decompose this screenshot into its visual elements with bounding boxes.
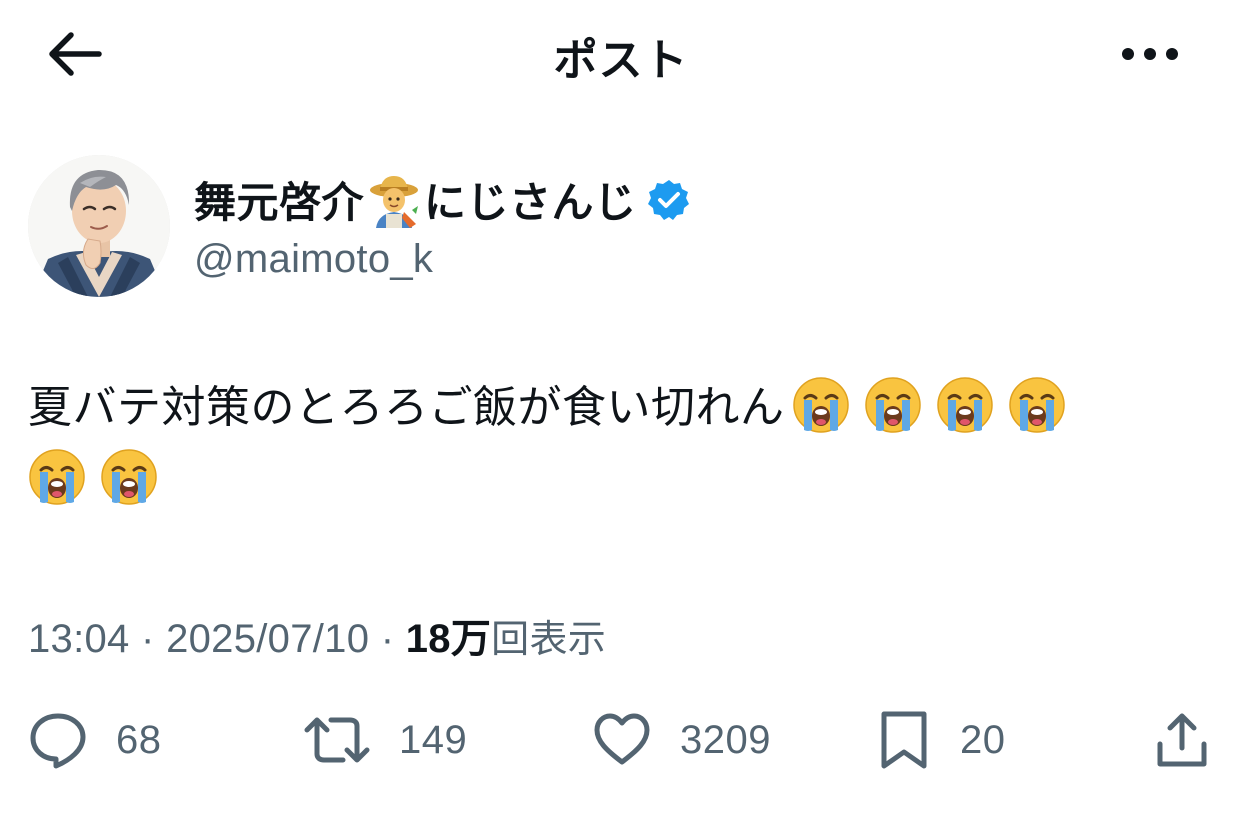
post-meta: 13:04 · 2025/07/10 · 18万回表示 [28,606,606,664]
loudly-crying-face-icon [792,376,850,434]
bookmark-button[interactable]: 20 [876,700,1006,780]
avatar[interactable] [28,155,170,297]
author-handle[interactable]: @maimoto_k [194,237,433,282]
views-count[interactable]: 18万 [406,617,491,661]
reply-button[interactable]: 68 [28,700,162,780]
action-bar: 68 149 3209 20 [0,700,1242,780]
repost-icon [304,717,370,763]
share-icon [1157,713,1207,767]
more-dots-icon [1122,48,1178,60]
loudly-crying-face-icon [864,376,922,434]
more-options-button[interactable] [1110,26,1190,82]
bookmark-icon [881,711,927,769]
heart-icon [594,713,650,765]
author-affiliation: にじさんじ [424,179,637,226]
share-button[interactable] [1152,700,1212,780]
bookmark-count: 20 [960,717,1006,762]
verified-badge-icon [647,178,691,222]
post-date: 2025/07/10 [166,617,370,661]
top-bar: ポスト [0,0,1242,110]
post-author: 舞元啓介 にじさんじ @maimoto_k [28,155,1208,300]
author-display-name: 舞元啓介 [194,179,365,226]
like-button[interactable]: 3209 [592,700,771,780]
meta-separator: · [380,617,395,661]
meta-separator: · [141,617,155,661]
page-title: ポスト [553,36,689,85]
views-label: 回表示 [491,619,607,661]
repost-button[interactable]: 149 [303,700,467,780]
loudly-crying-face-icon [28,448,86,506]
loudly-crying-face-icon [1008,376,1066,434]
loudly-crying-face-icon [936,376,994,434]
farmer-emoji-icon [366,172,422,228]
loudly-crying-face-icon [100,448,158,506]
post-text: 夏バテ対策のとろろご飯が食い切れん [28,383,785,432]
post-time: 13:04 [28,617,130,661]
post-body: 夏バテ対策のとろろご飯が食い切れん [28,372,1208,516]
repost-count: 149 [399,717,468,762]
avatar-portrait-icon [28,155,170,297]
reply-count: 68 [116,717,162,762]
reply-icon [30,713,86,769]
like-count: 3209 [680,717,771,762]
author-name-row[interactable]: 舞元啓介 にじさんじ [194,169,691,230]
